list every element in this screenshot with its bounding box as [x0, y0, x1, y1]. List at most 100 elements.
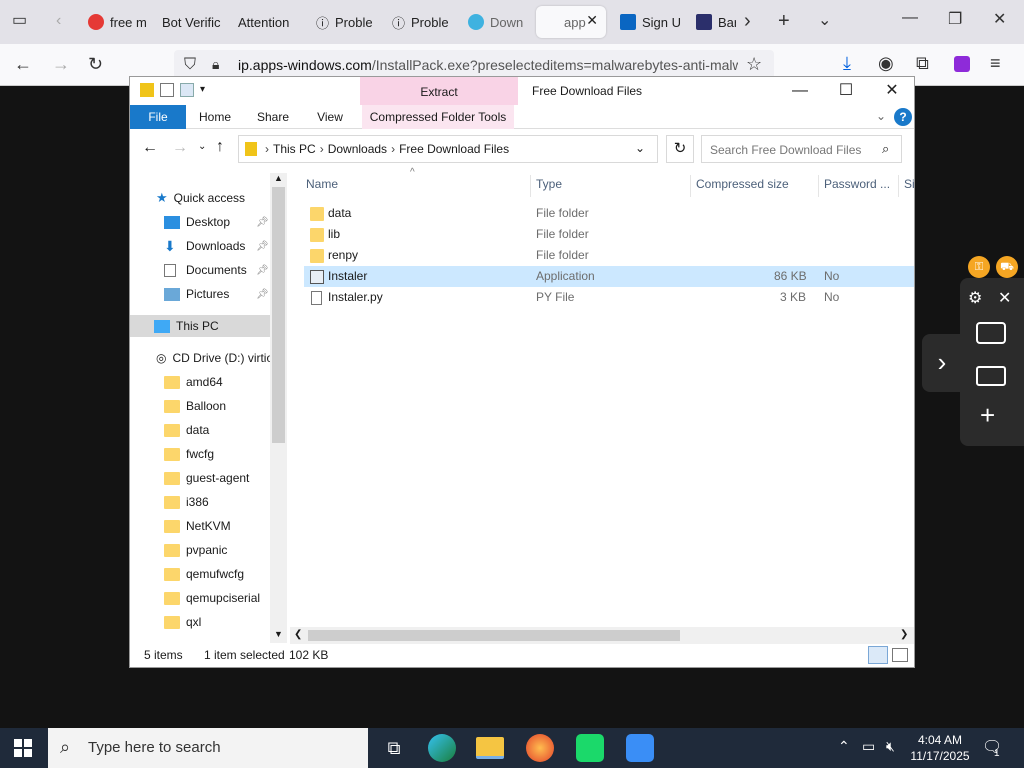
scroll-right-icon[interactable]: ❯	[900, 629, 908, 640]
nav-folder[interactable]: NetKVM	[164, 515, 231, 537]
search-input[interactable]: Search Free Download Files ⌕	[701, 135, 902, 163]
nav-quick-access[interactable]: ★ Quick access	[156, 187, 245, 209]
forward-arrow-icon[interactable]: →	[172, 139, 188, 157]
network-icon[interactable]: ▭	[862, 738, 875, 755]
column-header-compressed-size[interactable]: Compressed size	[696, 177, 789, 191]
column-separator[interactable]	[690, 175, 691, 197]
browser-tab[interactable]: ⓘ Proble	[310, 6, 382, 38]
extract-tab[interactable]: Extract	[360, 77, 518, 105]
expand-panel-arrow-icon[interactable]: ›	[922, 334, 962, 392]
nav-downloads[interactable]: ⬇ Downloads	[164, 235, 245, 257]
column-header-password[interactable]: Password ...	[824, 177, 890, 191]
extension-purple-icon[interactable]	[954, 56, 970, 72]
tab-home[interactable]: Home	[190, 105, 240, 129]
nav-cd-drive[interactable]: ◎ CD Drive (D:) virtio	[156, 347, 270, 369]
task-view-icon[interactable]: ⧉	[380, 734, 408, 762]
minimize-icon[interactable]: —	[780, 79, 820, 103]
maximize-icon[interactable]: ☐	[826, 79, 866, 103]
show-hidden-icons-icon[interactable]: ⌃	[838, 738, 850, 755]
nav-folder[interactable]: fwcfg	[164, 443, 214, 465]
settings-icon[interactable]: ⚙	[968, 288, 982, 308]
column-separator[interactable]	[818, 175, 819, 197]
details-view-icon[interactable]	[868, 646, 888, 664]
nav-folder[interactable]: data	[164, 419, 209, 441]
column-header-size[interactable]: Si	[904, 177, 914, 191]
close-browser-icon[interactable]: ✕	[993, 12, 1006, 28]
browser-tab-active[interactable]: app ✕	[536, 6, 606, 38]
up-arrow-icon[interactable]: ↑	[216, 138, 224, 156]
cart-icon[interactable]: ⛟	[996, 256, 1018, 278]
tab-overflow-chevron-icon[interactable]: ⌄	[818, 13, 831, 29]
file-row-selected[interactable]: Instaler Application 86 KB No	[304, 266, 914, 287]
help-icon[interactable]: ?	[894, 108, 912, 126]
file-row[interactable]: Instaler.py PY File 3 KB No	[304, 287, 914, 308]
file-explorer-icon[interactable]	[476, 737, 504, 759]
edge-icon[interactable]	[428, 734, 456, 762]
recent-locations-icon[interactable]: ⌄	[198, 141, 206, 152]
properties-icon[interactable]	[160, 83, 174, 97]
browser-tab[interactable]: ⓘ Proble	[386, 6, 458, 38]
column-separator[interactable]	[530, 175, 531, 197]
new-folder-icon[interactable]	[180, 83, 194, 97]
nav-scrollbar[interactable]: ▲ ▼	[270, 173, 287, 643]
scroll-up-icon[interactable]: ▲	[274, 173, 283, 183]
close-icon[interactable]: ✕	[872, 79, 912, 103]
menu-icon[interactable]: ≡	[990, 54, 1001, 72]
nav-this-pc[interactable]: This PC	[130, 315, 270, 337]
downloads-icon[interactable]: ⤓	[843, 54, 851, 72]
file-row[interactable]: lib File folder	[304, 224, 914, 245]
breadcrumb-current[interactable]: Free Download Files	[399, 142, 509, 156]
forward-icon[interactable]: →	[52, 55, 70, 73]
nav-folder[interactable]: i386	[164, 491, 209, 513]
nav-documents[interactable]: Documents	[164, 259, 247, 281]
scroll-down-icon[interactable]: ▼	[274, 629, 283, 639]
nav-desktop[interactable]: Desktop	[164, 211, 230, 233]
lock-icon[interactable]: 🔒︎	[212, 57, 219, 71]
browser-tab[interactable]: Bot Verific	[156, 6, 232, 38]
tab-compressed-folder-tools[interactable]: Compressed Folder Tools	[362, 105, 514, 129]
search-icon[interactable]: ⌕	[882, 141, 889, 157]
nav-scroll-thumb[interactable]	[272, 187, 285, 443]
nav-folder[interactable]: pvpanic	[164, 539, 227, 561]
nav-folder[interactable]: Balloon	[164, 395, 226, 417]
tab-view[interactable]: View	[306, 105, 354, 129]
refresh-icon[interactable]: ↻	[666, 135, 694, 163]
horizontal-scrollbar[interactable]: ❮ ❯	[290, 627, 914, 644]
camera-icon[interactable]	[976, 322, 1006, 344]
reload-icon[interactable]: ↻	[88, 55, 103, 73]
tab-list-icon[interactable]: ▭	[12, 13, 27, 29]
url-text[interactable]: ip.apps-windows.com/InstallPack.exe?pres…	[238, 57, 738, 73]
close-tab-icon[interactable]: ✕	[586, 12, 598, 29]
minimize-browser-icon[interactable]: —	[902, 10, 918, 26]
horizontal-scroll-thumb[interactable]	[308, 630, 680, 641]
shield-icon[interactable]: ⛉	[184, 57, 196, 73]
nav-folder[interactable]: amd64	[164, 371, 223, 393]
back-icon[interactable]: ←	[14, 55, 32, 73]
ribbon-expand-chevron-icon[interactable]: ⌄	[876, 109, 886, 123]
account-icon[interactable]: ◉	[878, 54, 894, 72]
file-row[interactable]: renpy File folder	[304, 245, 914, 266]
nav-pictures[interactable]: Pictures	[164, 283, 229, 305]
address-dropdown-icon[interactable]: ⌄	[635, 141, 645, 155]
file-row[interactable]: data File folder	[304, 203, 914, 224]
video-camera-icon[interactable]	[976, 366, 1006, 386]
tab-file[interactable]: File	[130, 105, 186, 129]
close-panel-icon[interactable]: ✕	[998, 288, 1011, 308]
browser-tab[interactable]: Bar	[690, 6, 736, 38]
scroll-left-icon[interactable]: ❮	[294, 629, 302, 640]
game-app-icon[interactable]	[576, 734, 604, 762]
browser-tab[interactable]: free m	[82, 6, 152, 38]
address-bar[interactable]: › This PC › Downloads › Free Download Fi…	[238, 135, 658, 163]
nav-folder[interactable]: guest-agent	[164, 467, 249, 489]
volume-muted-icon[interactable]: 🔇︎	[886, 738, 895, 755]
firefox-icon[interactable]	[526, 734, 554, 762]
breadcrumb-this-pc[interactable]: This PC	[273, 142, 316, 156]
qat-dropdown-icon[interactable]: ▾	[200, 83, 214, 97]
browser-tab[interactable]: Sign U	[614, 6, 686, 38]
tab-share[interactable]: Share	[248, 105, 298, 129]
restore-browser-icon[interactable]: ❐	[948, 12, 962, 28]
browser-tab[interactable]: Down	[462, 6, 532, 38]
tabs-scroll-left-icon[interactable]: ‹	[56, 13, 61, 29]
nav-folder[interactable]: qemufwcfg	[164, 563, 244, 585]
column-separator[interactable]	[898, 175, 899, 197]
